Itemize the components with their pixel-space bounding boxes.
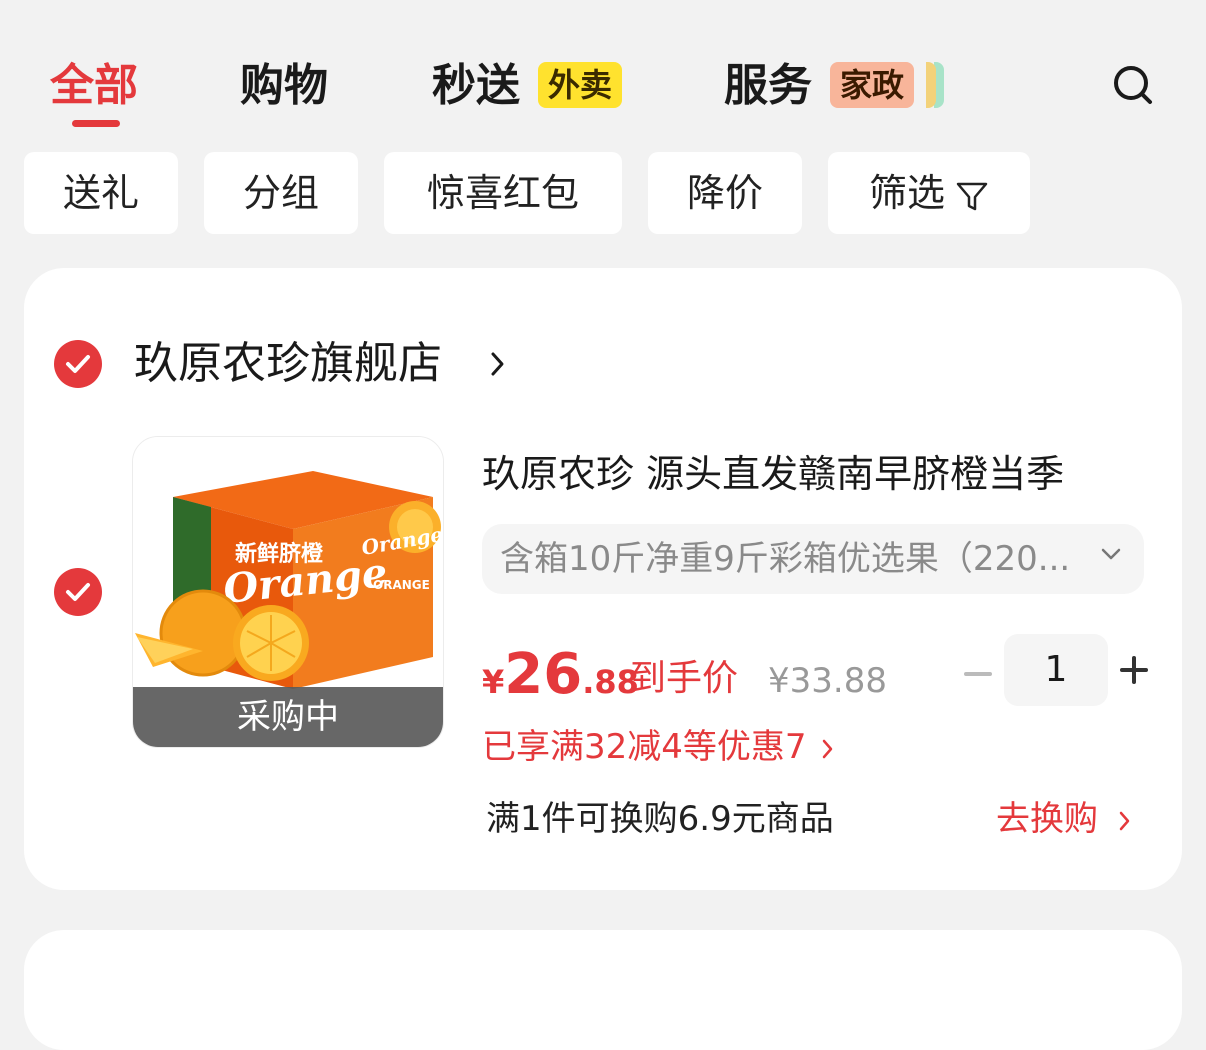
tab-all[interactable]: 全部 (50, 56, 138, 116)
chip-label: 分组 (242, 171, 319, 215)
price-note: 到手价 (630, 658, 739, 699)
check-icon (66, 583, 90, 601)
top-tab-bar: 全部 购物 秒送 外卖 服务 家政 (0, 0, 1206, 140)
check-icon (66, 355, 90, 373)
promotion-info[interactable]: 已享满32减4等优惠7 (482, 722, 835, 772)
plus-icon[interactable] (1114, 650, 1154, 690)
chip-label: 降价 (686, 171, 763, 215)
chevron-right-icon[interactable] (488, 346, 508, 386)
chevron-right-icon (1098, 799, 1132, 839)
next-shop-card (24, 930, 1182, 1050)
chip-label: 筛选 (868, 171, 945, 215)
final-price: ¥26.88 (482, 640, 639, 710)
original-price: ¥33.88 (768, 661, 887, 701)
search-icon[interactable] (1110, 62, 1158, 110)
svg-text:ORANGE: ORANGE (373, 578, 430, 592)
shop-name[interactable]: 玖原农珍旗舰店 (134, 334, 442, 394)
housekeeping-tag: 家政 (830, 62, 915, 108)
filter-surprise-redpacket[interactable]: 惊喜红包 (384, 152, 622, 234)
quantity-stepper[interactable]: 1 (1004, 634, 1108, 706)
chip-label: 惊喜红包 (426, 171, 579, 215)
filter-icon (945, 171, 989, 215)
image-status-label: 采购中 (133, 687, 443, 747)
filter-button[interactable]: 筛选 (828, 152, 1030, 234)
product-title[interactable]: 玖原农珍 源头直发赣南早脐橙当季 (482, 446, 1064, 502)
chevron-down-icon (1100, 546, 1122, 565)
filter-price-drop[interactable]: 降价 (648, 152, 802, 234)
spec-selector[interactable]: 含箱10斤净重9斤彩箱优选果（220... (482, 524, 1144, 594)
exchange-link[interactable]: 去换购 (996, 794, 1132, 844)
chevron-right-icon (807, 727, 835, 767)
chip-label: 送礼 (62, 171, 139, 215)
price-currency: ¥ (482, 663, 505, 701)
shop-select-checkbox[interactable] (54, 340, 102, 388)
tab-services[interactable]: 服务 (724, 56, 812, 116)
product-select-checkbox[interactable] (54, 568, 102, 616)
exchange-offer-text: 满1件可换购6.9元商品 (486, 799, 834, 839)
filter-group[interactable]: 分组 (204, 152, 358, 234)
spec-text: 含箱10斤净重9斤彩箱优选果（220... (500, 539, 1071, 579)
filter-gift[interactable]: 送礼 (24, 152, 178, 234)
tab-shopping[interactable]: 购物 (240, 56, 328, 116)
price-integer: 26 (504, 642, 583, 707)
tab-instant-delivery[interactable]: 秒送 (432, 56, 520, 116)
tag-decoration (926, 62, 936, 108)
takeout-tag: 外卖 (538, 62, 623, 108)
active-tab-indicator (72, 120, 120, 127)
product-image[interactable]: 新鲜脐橙 Orange Orange ORANGE 采购中 (132, 436, 444, 748)
promotion-text: 已享满32减4等优惠7 (482, 727, 807, 767)
minus-icon[interactable] (958, 654, 998, 694)
exchange-link-label: 去换购 (996, 799, 1098, 839)
